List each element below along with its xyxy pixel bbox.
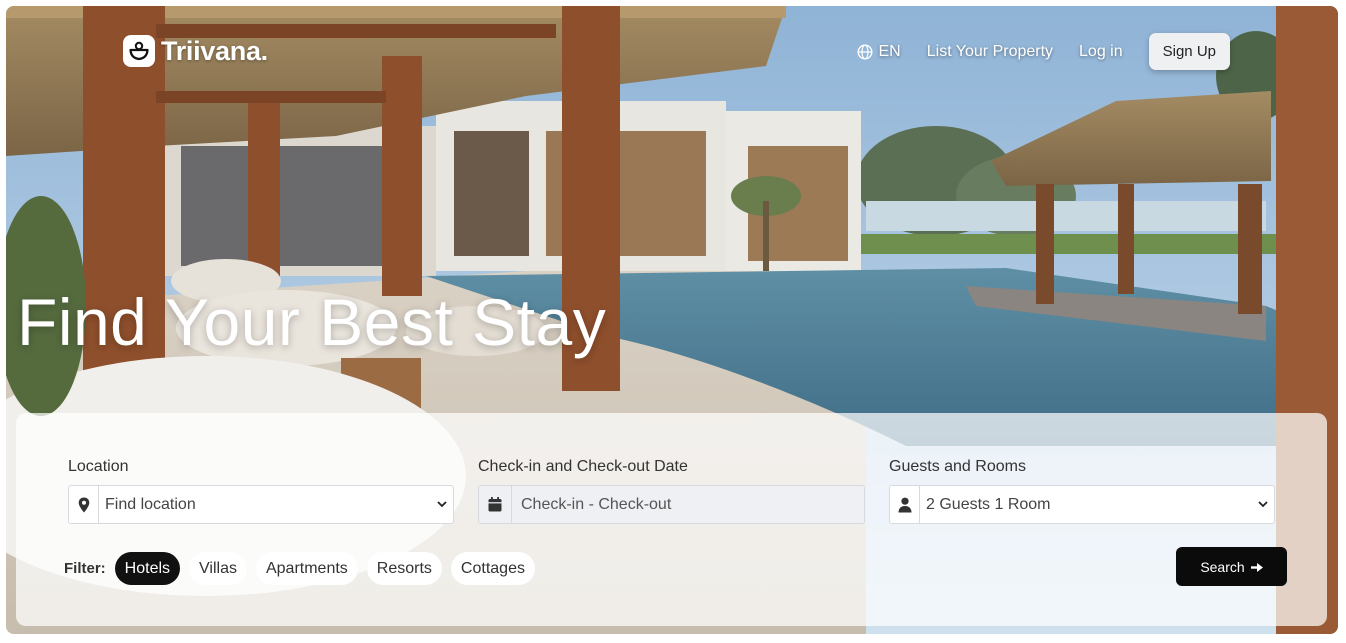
dates-group: Check-in and Check-out Date Check-in - C… [478, 458, 865, 524]
dates-label: Check-in and Check-out Date [478, 458, 688, 475]
signup-button[interactable]: Sign Up [1148, 33, 1230, 70]
list-property-link[interactable]: List Your Property [927, 43, 1053, 61]
location-value: Find location [105, 495, 196, 513]
filter-bar: Filter: Hotels Villas Apartments Resorts… [64, 552, 535, 585]
filter-chip-villas[interactable]: Villas [189, 552, 247, 585]
language-label: EN [878, 42, 901, 60]
search-button[interactable]: Search [1176, 547, 1287, 586]
arrow-right-icon [1250, 559, 1263, 575]
hero-section: Triivana. EN List Your Property Log in S… [6, 6, 1338, 634]
user-icon [890, 486, 920, 523]
guests-rooms-select[interactable]: 2 Guests 1 Room [889, 485, 1275, 524]
guests-group: Guests and Rooms 2 Guests 1 Room [889, 458, 1275, 524]
location-select[interactable]: Find location [68, 485, 454, 524]
filter-label: Filter: [64, 560, 106, 577]
login-link[interactable]: Log in [1079, 43, 1123, 61]
hero-headline: Find Your Best Stay [17, 285, 607, 359]
globe-icon [856, 43, 873, 60]
calendar-icon [479, 486, 512, 523]
filter-chip-cottages[interactable]: Cottages [450, 552, 535, 585]
chevron-down-icon [431, 486, 453, 523]
guests-label: Guests and Rooms [889, 458, 1026, 475]
logo-icon [123, 35, 155, 67]
guests-rooms-value: 2 Guests 1 Room [926, 495, 1051, 513]
location-group: Location Find location [68, 458, 454, 524]
filter-chip-resorts[interactable]: Resorts [366, 552, 442, 585]
chevron-down-icon [1252, 486, 1274, 523]
top-navbar: Triivana. EN List Your Property Log in S… [6, 6, 1338, 106]
map-pin-icon [69, 486, 99, 523]
search-button-label: Search [1200, 558, 1245, 575]
language-selector[interactable]: EN [856, 42, 901, 61]
filter-chip-hotels[interactable]: Hotels [114, 552, 181, 585]
brand-logo[interactable]: Triivana. [123, 35, 268, 67]
search-panel: Location Find location Check-in and Chec… [16, 413, 1327, 626]
filter-chip-apartments[interactable]: Apartments [255, 552, 358, 585]
brand-name: Triivana. [161, 35, 268, 66]
date-range-value: Check-in - Check-out [512, 486, 864, 523]
nav-actions: EN List Your Property Log in Sign Up [856, 33, 1230, 70]
date-range-input[interactable]: Check-in - Check-out [478, 485, 865, 524]
location-label: Location [68, 458, 129, 475]
